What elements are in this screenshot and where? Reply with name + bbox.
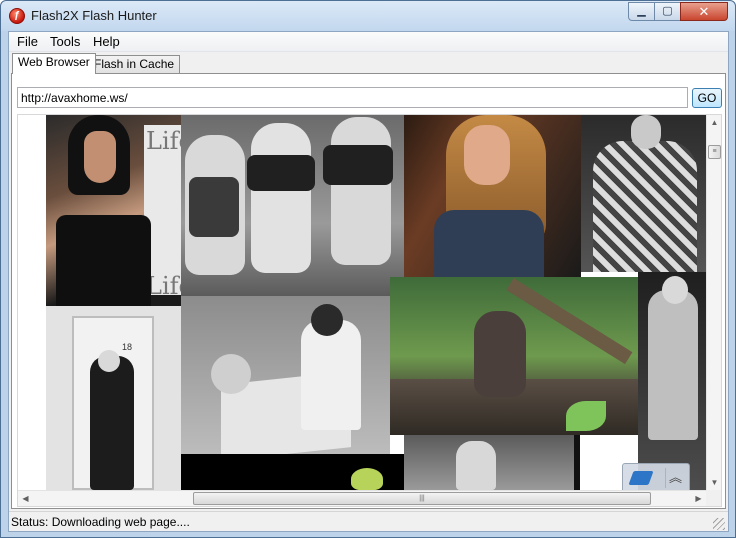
- horizontal-scrollbar[interactable]: ◀ ||| ▶: [18, 490, 706, 506]
- figure-head: [98, 350, 120, 372]
- pig-figure: [251, 123, 311, 273]
- eraser-icon[interactable]: [628, 471, 654, 485]
- photo-woman-sweater[interactable]: [638, 272, 706, 490]
- close-button[interactable]: ✕: [680, 2, 728, 21]
- figure-face: [464, 125, 510, 185]
- figure-body: [648, 290, 698, 440]
- figure-face: [631, 115, 661, 149]
- menu-tools[interactable]: Tools: [48, 34, 82, 50]
- door-number: 18: [122, 342, 133, 352]
- menu-file[interactable]: File: [15, 34, 40, 50]
- web-browser-panel: GO Life Life: [11, 73, 726, 509]
- url-input[interactable]: [17, 87, 688, 108]
- maximize-button[interactable]: ▢: [654, 2, 681, 21]
- status-text: Status: Downloading web page....: [11, 515, 190, 529]
- photo-civet-on-table[interactable]: [390, 277, 638, 435]
- frog: [351, 468, 383, 490]
- tab-web-browser[interactable]: Web Browser: [12, 53, 96, 74]
- menu-bar: File Tools Help: [9, 32, 728, 52]
- figure-woman: [301, 320, 361, 430]
- minimize-button[interactable]: ▁: [628, 2, 655, 21]
- go-button[interactable]: GO: [692, 88, 722, 108]
- figure-man-head: [211, 354, 251, 394]
- horizontal-scroll-thumb[interactable]: |||: [193, 492, 651, 505]
- photo-woman-at-door[interactable]: 18: [46, 306, 181, 490]
- figure-dress: [56, 215, 151, 306]
- vertical-scrollbar[interactable]: ▲ ≡ ▼: [706, 115, 721, 490]
- flash-overlay-toolbar: ︽: [622, 463, 690, 490]
- figure-head: [662, 276, 688, 304]
- figure-top: [434, 210, 544, 277]
- sign-text-bottom: Life: [146, 272, 181, 300]
- status-bar: Status: Downloading web page....: [9, 511, 728, 531]
- title-bar[interactable]: ƒ Flash2X Flash Hunter ▁ ▢ ✕: [1, 1, 735, 31]
- pig-coat: [323, 145, 393, 185]
- photo-pig-costumes[interactable]: [181, 115, 404, 296]
- pig-coat: [247, 155, 315, 191]
- tab-flash-in-cache[interactable]: Flash in Cache: [88, 55, 181, 74]
- resize-grip-icon[interactable]: [713, 518, 725, 530]
- scroll-up-arrow[interactable]: ▲: [707, 115, 721, 130]
- browser-viewport[interactable]: Life Life: [17, 114, 722, 507]
- vertical-scroll-thumb[interactable]: ≡: [708, 145, 721, 159]
- photo-woman-black-dress[interactable]: Life Life: [46, 115, 181, 306]
- figure-dress: [593, 141, 697, 272]
- figure-face: [84, 131, 116, 183]
- scroll-left-arrow[interactable]: ◀: [18, 491, 33, 506]
- photo-patterned-dress[interactable]: [581, 115, 706, 272]
- figure-head: [311, 304, 343, 336]
- dark-edge: [574, 435, 580, 490]
- leaf: [566, 401, 606, 431]
- scrollbar-corner: [706, 490, 721, 506]
- web-page-content[interactable]: Life Life: [18, 115, 706, 490]
- double-chevron-up-icon[interactable]: ︽: [665, 468, 685, 488]
- pig-figure: [331, 117, 391, 265]
- photo-woman-pouring-bottle[interactable]: [181, 296, 390, 454]
- window-title: Flash2X Flash Hunter: [31, 8, 157, 23]
- photo-dark-frog[interactable]: [181, 454, 404, 490]
- figure-dress: [90, 356, 134, 490]
- photo-blonde-woman[interactable]: [404, 115, 581, 277]
- scroll-right-arrow[interactable]: ▶: [691, 491, 706, 506]
- photo-girl[interactable]: [404, 435, 580, 490]
- figure-girl: [456, 441, 496, 490]
- app-window: ƒ Flash2X Flash Hunter ▁ ▢ ✕ File Tools …: [0, 0, 736, 538]
- civet: [474, 311, 526, 397]
- pig-coat: [189, 177, 239, 237]
- app-logo-icon: ƒ: [9, 8, 25, 24]
- sign-text-top: Life: [146, 127, 181, 155]
- menu-help[interactable]: Help: [91, 34, 122, 50]
- scroll-down-arrow[interactable]: ▼: [707, 475, 721, 490]
- client-area: File Tools Help Web Browser Flash in Cac…: [8, 31, 729, 532]
